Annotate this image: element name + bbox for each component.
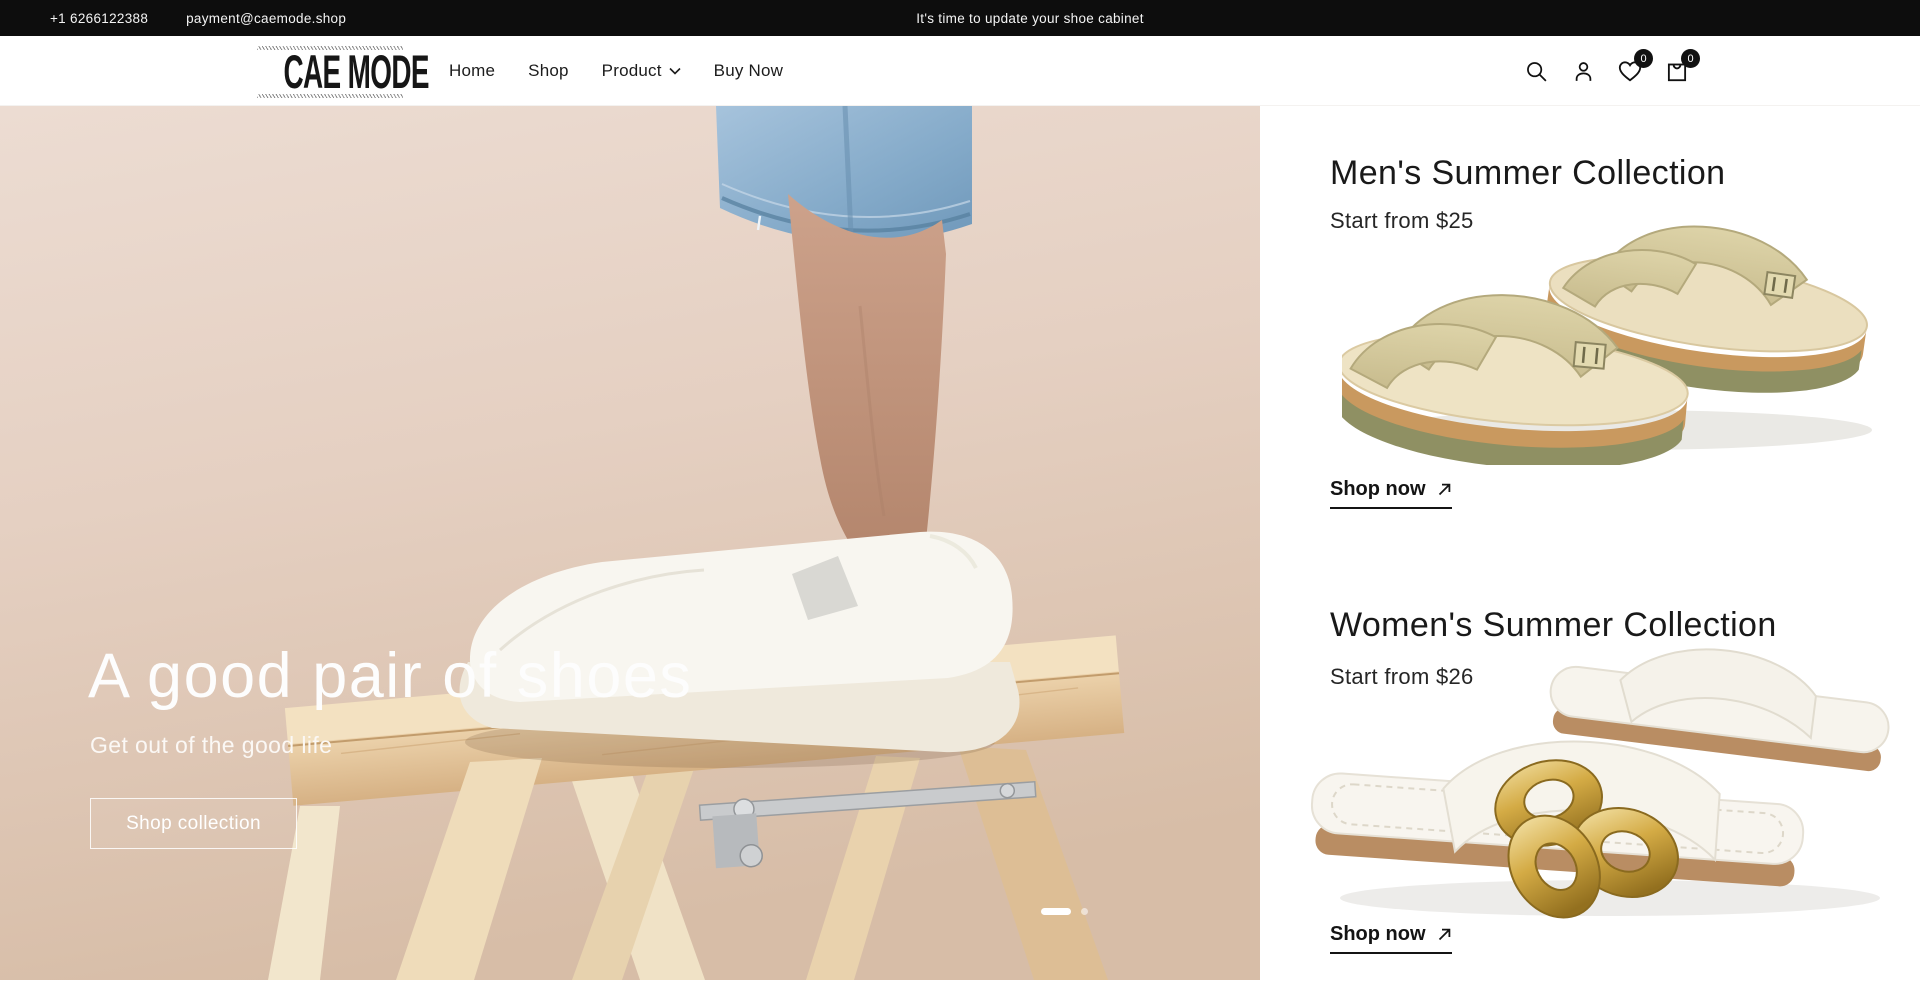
shop-collection-button[interactable]: Shop collection: [90, 798, 297, 849]
cart-bag-icon[interactable]: 0: [1664, 58, 1690, 84]
mens-shop-now-link[interactable]: Shop now: [1330, 478, 1452, 509]
announcement-bar: +1 6266122388 payment@caemode.shop It's …: [0, 0, 1920, 36]
logo[interactable]: CAE MODE: [255, 46, 405, 98]
womens-sandals-image: [1310, 626, 1910, 926]
hero-slider: A good pair of shoes Get out of the good…: [0, 106, 1260, 980]
nav-product[interactable]: Product: [602, 61, 681, 81]
chevron-down-icon: [669, 67, 681, 75]
announcement-message: It's time to update your shoe cabinet: [916, 0, 1144, 36]
hero-title: A good pair of shoes: [88, 640, 692, 712]
wishlist-count-badge: 0: [1634, 49, 1653, 68]
hero-subtitle: Get out of the good life: [90, 732, 332, 759]
account-icon[interactable]: [1570, 58, 1596, 84]
phone-number[interactable]: +1 6266122388: [50, 11, 148, 26]
email-address[interactable]: payment@caemode.shop: [186, 11, 346, 26]
arrow-up-right-icon: [1437, 482, 1452, 497]
carousel-dot[interactable]: [1081, 908, 1088, 915]
header-actions: 0 0: [1523, 36, 1690, 106]
main-nav: Home Shop Product Buy Now: [449, 36, 783, 106]
carousel-dot-active[interactable]: [1041, 908, 1071, 915]
arrow-up-right-icon: [1437, 927, 1452, 942]
site-header: CAE MODE Home Shop Product Buy Now: [0, 36, 1920, 106]
carousel-indicators: [1041, 908, 1088, 915]
cart-count-badge: 0: [1681, 49, 1700, 68]
nav-shop[interactable]: Shop: [528, 61, 569, 81]
logo-text: CAE MODE: [284, 49, 377, 95]
promo-column: Men's Summer Collection Start from $25: [1260, 106, 1920, 993]
nav-home[interactable]: Home: [449, 61, 495, 81]
wishlist-heart-icon[interactable]: 0: [1617, 58, 1643, 84]
mens-sandals-image: [1342, 190, 1887, 465]
storefront-page: +1 6266122388 payment@caemode.shop It's …: [0, 0, 1920, 993]
search-icon[interactable]: [1523, 58, 1549, 84]
nav-buy-now[interactable]: Buy Now: [714, 61, 783, 81]
mens-collection-title: Men's Summer Collection: [1330, 154, 1726, 193]
womens-shop-now-link[interactable]: Shop now: [1330, 923, 1452, 954]
